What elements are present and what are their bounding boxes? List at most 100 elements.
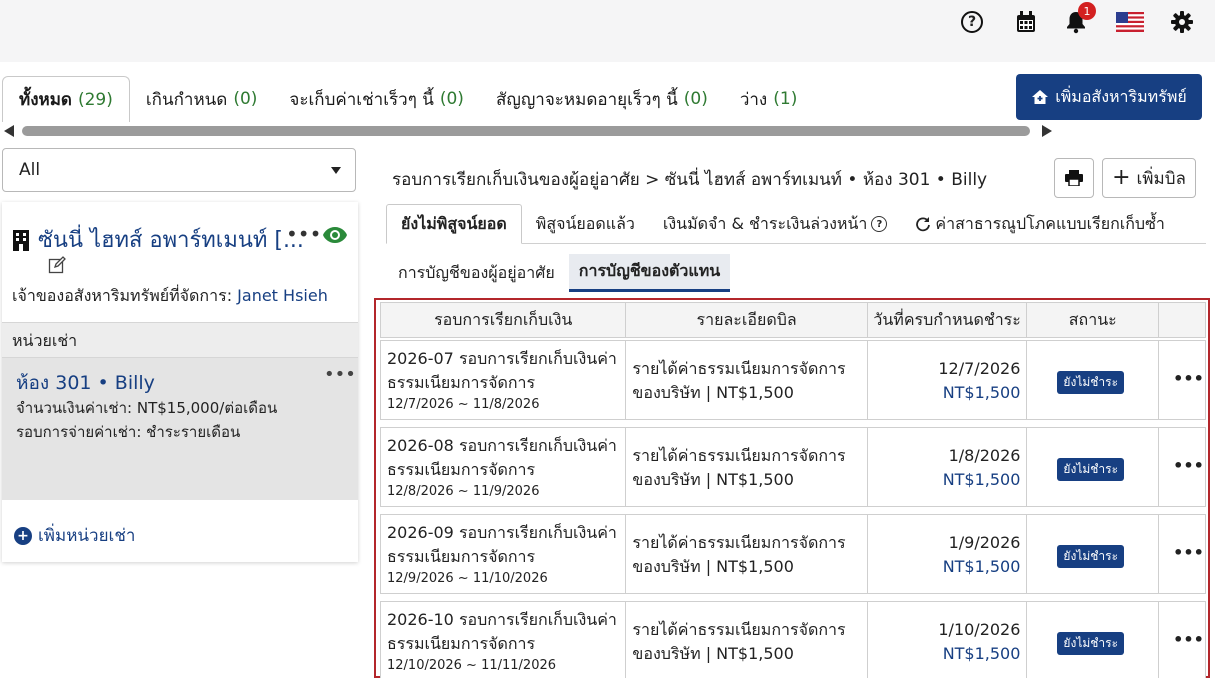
- scroll-right-icon[interactable]: [1042, 125, 1052, 137]
- help-glyph: ?: [961, 11, 983, 33]
- tab-unreconciled[interactable]: ยังไม่พิสูจน์ยอด: [386, 204, 522, 244]
- status-badge: ยังไม่ชำระ: [1057, 371, 1125, 394]
- due-date-value: 1/8/2026: [948, 446, 1021, 465]
- row-more-button[interactable]: •••: [1173, 630, 1204, 649]
- gear-icon[interactable]: [1168, 8, 1196, 36]
- owner-name[interactable]: Janet Hsieh: [237, 286, 328, 305]
- horizontal-scrollbar[interactable]: [4, 124, 1052, 138]
- billing-cycle-title: 2026-08 รอบการเรียกเก็บเงินค่า ธรรมเนียมก…: [387, 434, 623, 482]
- bill-detail: รายได้ค่าธรรมเนียมการจัดการของบริษัท | N…: [632, 618, 864, 666]
- due-date: 1/10/2026 NT$1,500: [938, 618, 1020, 666]
- tab-rent-due-soon[interactable]: จะเก็บค่าเช่าเร็วๆ นี้ (0): [273, 76, 480, 122]
- help-icon[interactable]: ?: [958, 8, 986, 36]
- unit-title[interactable]: ห้อง 301 • Billy: [16, 368, 155, 398]
- table-row[interactable]: 2026-10 รอบการเรียกเก็บเงินค่าธรรมเนียมก…: [380, 601, 1206, 678]
- property-card: ซันนี่ ไฮทส์ อพาร์ทเมนท์ [... ••• เจ้าขอ…: [2, 202, 358, 562]
- tab-vacant[interactable]: ว่าง (1): [724, 76, 814, 122]
- us-flag-icon[interactable]: [1116, 12, 1144, 32]
- billing-table: รอบการเรียกเก็บเงิน รายละเอียดบิล วันที่…: [374, 298, 1210, 678]
- tab-lease-expiring[interactable]: สัญญาจะหมดอายุเร็วๆ นี้ (0): [480, 76, 724, 122]
- cell-billing-cycle: 2026-10 รอบการเรียกเก็บเงินค่าธรรมเนียมก…: [381, 602, 627, 678]
- add-unit-label: เพิ่มหน่วยเช่า: [38, 526, 136, 546]
- cell-actions: •••: [1159, 428, 1205, 506]
- tab-reconciled[interactable]: พิสูจน์ยอดแล้ว: [522, 204, 649, 244]
- help-icon[interactable]: ?: [871, 216, 888, 232]
- breadcrumb: รอบการเรียกเก็บเงินของผู้อยู่อาศัย > ซัน…: [392, 170, 988, 190]
- billing-date-range: 12/10/2026 ~ 11/11/2026: [387, 658, 557, 673]
- cell-due-date: 1/10/2026 NT$1,500: [868, 602, 1028, 678]
- property-filter-select[interactable]: All: [2, 148, 356, 192]
- property-more-button[interactable]: •••: [286, 222, 321, 246]
- top-bar: ? 1: [0, 0, 1215, 62]
- table-row[interactable]: 2026-07 รอบการเรียกเก็บเงินค่า ธรรมเนียมก…: [380, 340, 1206, 420]
- detail-line: รายได้ค่าธรรมเนียมการจัดการ: [632, 620, 846, 639]
- bill-detail: รายได้ค่าธรรมเนียมการจัดการ ของบริษัท | N…: [632, 444, 864, 492]
- detail-line: ของบริษัท | NT$1,500: [632, 644, 794, 663]
- tab-recurring-utilities[interactable]: ค่าสาธารณูปโภคแบบเรียกเก็บซ้ำ: [901, 204, 1179, 244]
- header-billing-cycle: รอบการเรียกเก็บเงิน: [381, 303, 627, 337]
- table-row[interactable]: 2026-09 รอบการเรียกเก็บเงินค่า ธรรมเนียมก…: [380, 514, 1206, 594]
- print-button[interactable]: [1054, 158, 1094, 198]
- header-status: สถานะ: [1027, 303, 1160, 337]
- add-property-button[interactable]: เพิ่มอสังหาริมทรัพย์: [1016, 74, 1202, 120]
- due-date-value: 1/10/2026: [938, 620, 1021, 639]
- calendar-icon[interactable]: [1012, 8, 1040, 36]
- add-property-label: เพิ่มอสังหาริมทรัพย์: [1055, 86, 1187, 106]
- cell-status: ยังไม่ชำระ: [1027, 515, 1160, 593]
- title-line: ธรรมเนียมการจัดการ: [387, 634, 536, 653]
- cell-bill-details: รายได้ค่าธรรมเนียมการจัดการ ของบริษัท | N…: [626, 341, 868, 419]
- tab-all[interactable]: ทั้งหมด (29): [2, 76, 130, 122]
- row-more-button[interactable]: •••: [1173, 456, 1204, 475]
- tab-count: (0): [233, 89, 258, 109]
- property-owner: เจ้าของอสังหาริมทรัพย์ที่จัดการ: Janet H…: [12, 284, 328, 309]
- add-unit-button[interactable]: + เพิ่มหน่วยเช่า: [14, 522, 135, 549]
- detail-line: รายได้ค่าธรรมเนียมการจัดการ: [632, 533, 846, 552]
- billing-date-range: 12/8/2026 ~ 11/9/2026: [387, 484, 540, 499]
- row-more-button[interactable]: •••: [1173, 543, 1204, 562]
- tab-count: (29): [77, 89, 113, 110]
- tab-resident-accounting[interactable]: การบัญชีของผู้อยู่อาศัย: [388, 254, 565, 292]
- cell-bill-details: รายได้ค่าธรรมเนียมการจัดการของบริษัท | N…: [626, 602, 868, 678]
- add-bill-button[interactable]: + เพิ่มบิล: [1102, 158, 1196, 198]
- unit-more-button[interactable]: •••: [324, 364, 356, 385]
- row-more-button[interactable]: •••: [1173, 369, 1204, 388]
- detail-line: รายได้ค่าธรรมเนียมการจัดการ: [632, 359, 846, 378]
- main-page: ทั้งหมด (29) เกินกำหนด (0) จะเก็บค่าเช่าเร…: [0, 62, 1215, 678]
- bell-icon[interactable]: 1: [1062, 2, 1096, 36]
- billing-cycle-title: 2026-07 รอบการเรียกเก็บเงินค่า ธรรมเนียมก…: [387, 347, 623, 395]
- table-row[interactable]: 2026-08 รอบการเรียกเก็บเงินค่า ธรรมเนียมก…: [380, 427, 1206, 507]
- bill-detail: รายได้ค่าธรรมเนียมการจัดการ ของบริษัท | N…: [632, 531, 864, 579]
- title-line: 2026-10 รอบการเรียกเก็บเงินค่า: [387, 610, 617, 629]
- unit-item[interactable]: ห้อง 301 • Billy ••• จำนวนเงินค่าเช่า: N…: [2, 358, 358, 500]
- header-actions: [1159, 303, 1205, 337]
- property-title[interactable]: ซันนี่ ไฮทส์ อพาร์ทเมนท์ [...: [38, 222, 304, 257]
- amount: NT$1,500: [942, 383, 1021, 402]
- tab-agent-accounting[interactable]: การบัญชีของตัวแทน: [568, 254, 731, 292]
- scroll-thumb[interactable]: [22, 126, 1030, 136]
- tab-overdue[interactable]: เกินกำหนด (0): [130, 76, 274, 122]
- building-icon: [13, 229, 29, 251]
- tab-deposit-prepayment[interactable]: เงินมัดจำ & ชำระเงินล่วงหน้า?: [649, 204, 901, 244]
- eye-icon[interactable]: [322, 226, 348, 248]
- filter-tabs: ทั้งหมด (29) เกินกำหนด (0) จะเก็บค่าเช่าเร…: [2, 76, 813, 122]
- header-due-date: วันที่ครบกำหนดชำระ: [868, 303, 1028, 337]
- refresh-icon: [916, 217, 931, 232]
- billing-cycle-title: 2026-10 รอบการเรียกเก็บเงินค่าธรรมเนียมก…: [387, 608, 623, 656]
- cell-actions: •••: [1159, 341, 1205, 419]
- bill-detail: รายได้ค่าธรรมเนียมการจัดการ ของบริษัท | N…: [632, 357, 864, 405]
- scroll-left-icon[interactable]: [4, 125, 14, 137]
- account-sub-tabs: การบัญชีของผู้อยู่อาศัย การบัญชีของตัวแท…: [388, 254, 734, 292]
- cell-status: ยังไม่ชำระ: [1027, 341, 1160, 419]
- header-bill-details: รายละเอียดบิล: [626, 303, 868, 337]
- title-line: ธรรมเนียมการจัดการ: [387, 547, 536, 566]
- cell-actions: •••: [1159, 515, 1205, 593]
- owner-label: เจ้าของอสังหาริมทรัพย์ที่จัดการ:: [12, 286, 233, 305]
- select-value: All: [19, 160, 41, 180]
- cell-bill-details: รายได้ค่าธรรมเนียมการจัดการ ของบริษัท | N…: [626, 515, 868, 593]
- caret-down-icon: [331, 167, 341, 174]
- status-badge: ยังไม่ชำระ: [1057, 632, 1125, 655]
- tab-count: (0): [439, 89, 464, 109]
- edit-icon[interactable]: [48, 256, 66, 278]
- tab-label: ยังไม่พิสูจน์ยอด: [401, 213, 507, 233]
- printer-icon: [1065, 170, 1083, 186]
